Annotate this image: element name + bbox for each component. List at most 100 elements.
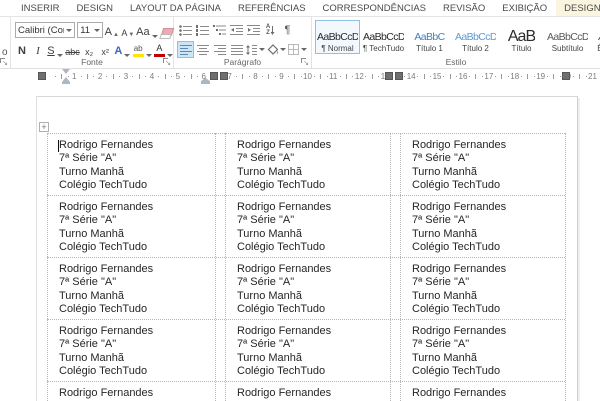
change-case-button[interactable]: Aa xyxy=(136,23,158,38)
table-column-marker[interactable] xyxy=(220,72,228,80)
style-chip-t-tulo-2[interactable]: AaBbCcD Título 2 xyxy=(453,20,498,54)
ruler-number: 2 xyxy=(97,72,103,81)
bold-button[interactable]: N xyxy=(15,42,29,57)
label-cell-r5c1[interactable]: Rodrigo Fernandes7ª Série "A"Turno Manhã… xyxy=(47,381,215,401)
label-line: Turno Manhã xyxy=(237,289,303,302)
label-line: Colégio TechTudo xyxy=(412,179,501,192)
table-column-marker[interactable] xyxy=(395,72,403,80)
label-cell-r4c2[interactable]: Rodrigo Fernandes 7ª Série "A" Turno Manhã… xyxy=(225,319,390,381)
label-cell-r5c3[interactable]: Rodrigo Fernandes7ª Série "A"Turno Manhã… xyxy=(400,381,565,401)
superscript-button[interactable]: x² xyxy=(98,42,112,57)
font-name-combobox[interactable]: Calibri (Corp xyxy=(15,22,76,38)
ribbon-tab-refer-ncias[interactable]: REFERÊNCIAS xyxy=(230,0,314,16)
label-cell-r2c3[interactable]: Rodrigo Fernandes 7ª Série "A" Turno Manhã… xyxy=(400,195,565,257)
label-cell-r2c2[interactable]: Rodrigo Fernandes 7ª Série "A" Turno Manhã… xyxy=(225,195,390,257)
text-highlight-button[interactable]: ab xyxy=(132,42,152,57)
align-center-button[interactable] xyxy=(195,42,210,57)
ruler-tick xyxy=(235,76,237,77)
table-move-handle[interactable]: + xyxy=(39,122,49,132)
horizontal-ruler: 123456789101112131415161718192021 xyxy=(0,69,600,86)
label-cell-r5c2[interactable]: Rodrigo Fernandes7ª Série "A"Turno Manhã… xyxy=(225,381,390,401)
line-spacing-button[interactable] xyxy=(246,42,265,57)
label-line: Rodrigo Fernandes xyxy=(59,201,154,213)
label-text-block: Rodrigo Fernandes7ª Série "A"Turno Manhã… xyxy=(47,381,215,401)
strikethrough-button[interactable]: abc xyxy=(65,42,80,57)
table-column-marker[interactable] xyxy=(210,72,218,80)
style-chip-label: Subtítulo xyxy=(551,44,584,53)
label-cell-r4c1[interactable]: Rodrigo Fernandes 7ª Série "A" Turno Manhã… xyxy=(47,319,215,381)
numbering-button[interactable] xyxy=(195,23,210,38)
ribbon-tab-exibi-o[interactable]: EXIBIÇÃO xyxy=(494,0,555,16)
justify-button[interactable] xyxy=(229,42,244,57)
first-line-indent-marker[interactable] xyxy=(62,69,70,74)
ruler-tick xyxy=(520,76,522,77)
sort-button[interactable]: A Z xyxy=(263,23,278,38)
chevron-down-icon[interactable] xyxy=(66,28,73,32)
label-cell-r1c1[interactable]: Rodrigo Fernandes 7ª Série "A" Turno Manhã… xyxy=(47,133,215,195)
document-area[interactable]: + Rodrigo Fernandes 7ª Série "A" Turno Man… xyxy=(0,84,600,401)
decrease-indent-button[interactable] xyxy=(229,23,244,38)
align-left-button[interactable] xyxy=(177,41,194,58)
ruler-tick xyxy=(268,74,270,79)
paragraph-dialog-launcher-icon[interactable] xyxy=(300,57,309,67)
ruler-tick xyxy=(469,76,470,77)
italic-button[interactable]: I xyxy=(31,42,45,57)
label-cell-r1c3[interactable]: Rodrigo Fernandes 7ª Série "A" Turno Manhã… xyxy=(400,133,565,195)
ruler-tick xyxy=(456,76,457,77)
label-cell-r3c1[interactable]: Rodrigo Fernandes 7ª Série "A" Turno Manhã… xyxy=(47,257,215,319)
style-chip-techtudo[interactable]: AaBbCcD ¶ TechTudo xyxy=(361,20,406,54)
label-cell-r3c3[interactable]: Rodrigo Fernandes 7ª Série "A" Turno Manhã… xyxy=(400,257,565,319)
style-chip-nfase-s[interactable]: AaBbCÊnfase S xyxy=(591,20,600,54)
shrink-font-button[interactable]: A ▼ xyxy=(121,23,135,38)
label-line: Turno Manhã xyxy=(412,351,478,364)
style-chip-t-tulo-1[interactable]: AaBbC Título 1 xyxy=(407,20,452,54)
increase-indent-button[interactable] xyxy=(246,23,261,38)
ribbon-tab-design-contextual[interactable]: DESIGN xyxy=(556,0,600,16)
multilevel-list-button[interactable] xyxy=(212,23,227,38)
style-chip-subt-tulo[interactable]: AaBbCcD Subtítulo xyxy=(545,20,590,54)
label-line: Turno Manhã xyxy=(237,227,303,240)
underline-button[interactable]: S xyxy=(47,42,63,57)
clear-formatting-button[interactable] xyxy=(159,23,173,38)
ribbon-tab-revis-o[interactable]: REVISÃO xyxy=(435,0,493,16)
font-dialog-launcher-icon[interactable] xyxy=(162,57,171,67)
underline-glyph: S xyxy=(47,45,55,57)
ruler-tick xyxy=(274,76,276,77)
label-line: 7ª Série "A" xyxy=(237,214,295,227)
label-cell-r2c1[interactable]: Rodrigo Fernandes 7ª Série "A" Turno Manhã… xyxy=(47,195,215,257)
text-effects-button[interactable]: A xyxy=(114,42,131,57)
style-chip-normal[interactable]: AaBbCcDc¶ Normal xyxy=(315,20,360,54)
ribbon-tab-design[interactable]: DESIGN xyxy=(69,0,121,16)
font-group: Calibri (Corp 11 A▲ A▼ Aa xyxy=(11,17,174,68)
label-line: 7ª Série "A" xyxy=(59,276,117,289)
show-paragraph-marks-button[interactable]: ¶ xyxy=(280,23,295,38)
labels-table[interactable]: + Rodrigo Fernandes 7ª Série "A" Turno Man… xyxy=(39,122,566,401)
grow-font-button[interactable]: A ▲ xyxy=(105,23,119,38)
label-line: Colégio TechTudo xyxy=(237,303,326,316)
table-column-marker[interactable] xyxy=(38,72,46,80)
style-chip-t-tulo[interactable]: AaB Título xyxy=(499,20,544,54)
label-cell-r3c2[interactable]: Rodrigo Fernandes 7ª Série "A" Turno Manhã… xyxy=(225,257,390,319)
font-color-button[interactable]: A xyxy=(153,42,173,57)
label-text-block: Rodrigo Fernandes7ª Série "A"Turno Manhã… xyxy=(225,319,390,379)
label-cell-r1c2[interactable]: Rodrigo Fernandes 7ª Série "A" Turno Manhã… xyxy=(225,133,390,195)
chevron-down-icon[interactable] xyxy=(93,28,100,32)
ribbon-tab-correspond-ncias[interactable]: CORRESPONDÊNCIAS xyxy=(315,0,434,16)
label-line: Turno Manhã xyxy=(59,227,125,240)
clipboard-dialog-launcher-icon[interactable] xyxy=(0,57,8,67)
ruler-tick xyxy=(507,76,509,77)
style-sample: AaBbCcD xyxy=(455,31,496,43)
align-right-button[interactable] xyxy=(212,42,227,57)
label-cell-r4c3[interactable]: Rodrigo Fernandes 7ª Série "A" Turno Manhã… xyxy=(400,319,565,381)
table-column-marker[interactable] xyxy=(562,72,570,80)
ruler-tick xyxy=(261,76,263,77)
ribbon-tab-inserir[interactable]: INSERIR xyxy=(13,0,68,16)
subscript-button[interactable]: x₂ xyxy=(82,42,96,57)
shading-button[interactable] xyxy=(267,42,286,57)
ribbon-tab-layout-da-p-gina[interactable]: LAYOUT DA PÁGINA xyxy=(122,0,229,16)
label-line: Rodrigo Fernandes xyxy=(412,387,507,399)
table-column-marker[interactable] xyxy=(385,72,393,80)
font-size-combobox[interactable]: 11 xyxy=(77,22,103,38)
bullets-button[interactable] xyxy=(178,23,193,38)
borders-button[interactable] xyxy=(288,42,307,57)
